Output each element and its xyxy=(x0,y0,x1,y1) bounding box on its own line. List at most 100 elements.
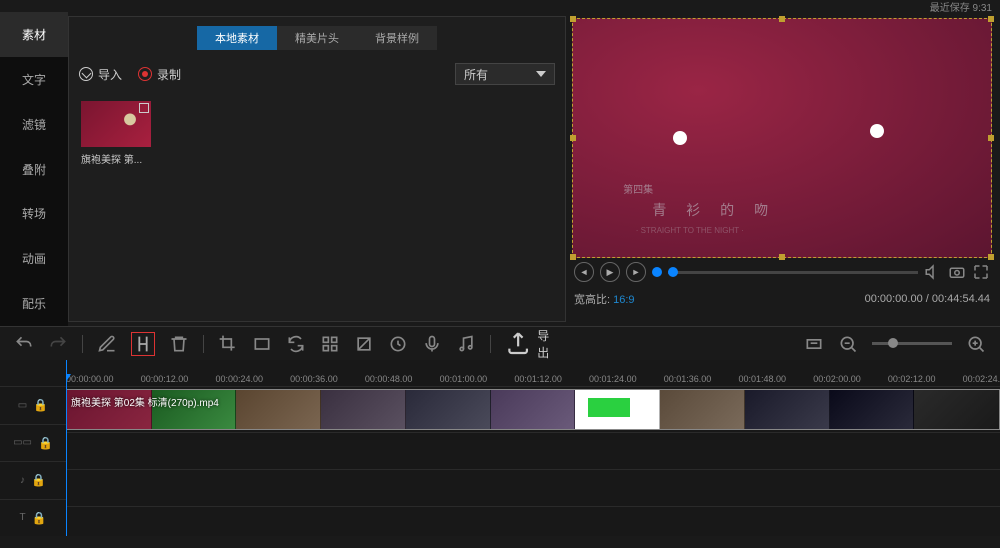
lock-icon: 🔒 xyxy=(32,511,47,525)
track-head-audio[interactable]: ♪🔒 xyxy=(0,461,66,499)
ruler-mark: 00:00:24.00 xyxy=(215,374,263,384)
subtab-local[interactable]: 本地素材 xyxy=(197,26,277,50)
subtab-bg[interactable]: 背景样例 xyxy=(357,26,437,50)
ruler-mark: 00:01:48.00 xyxy=(738,374,786,384)
import-label: 导入 xyxy=(98,66,122,83)
progress-bar[interactable] xyxy=(668,271,918,274)
lock-icon: 🔒 xyxy=(31,473,46,487)
overlay-dot xyxy=(673,131,687,145)
sidetab-animation[interactable]: 动画 xyxy=(0,236,68,281)
text-track-icon: T xyxy=(19,512,25,523)
export-button[interactable]: 导出 xyxy=(505,327,551,361)
track-head-video[interactable]: ▭🔒 xyxy=(0,386,66,424)
edit-button[interactable] xyxy=(97,334,117,354)
handle-mr[interactable] xyxy=(988,135,994,141)
voice-button[interactable] xyxy=(422,334,442,354)
record-icon xyxy=(138,67,152,81)
track-head-text[interactable]: T🔒 xyxy=(0,499,66,537)
overlay-text-1: 第四集 xyxy=(623,181,653,196)
record-button[interactable]: 录制 xyxy=(138,66,181,83)
undo-button[interactable] xyxy=(14,334,34,354)
freeze-button[interactable] xyxy=(354,334,374,354)
sidetab-media[interactable]: 素材 xyxy=(0,12,68,57)
rotate-button[interactable] xyxy=(286,334,306,354)
audio-track-icon: ♪ xyxy=(20,475,25,486)
thumbnail-frame xyxy=(745,390,830,429)
time-total: 00:44:54.44 xyxy=(932,293,990,305)
sidetab-transition[interactable]: 转场 xyxy=(0,191,68,236)
text-track[interactable] xyxy=(66,506,1000,536)
playhead[interactable] xyxy=(66,360,67,536)
crop-button[interactable] xyxy=(218,334,238,354)
filter-label: 所有 xyxy=(464,66,488,83)
audio-button[interactable] xyxy=(456,334,476,354)
ratio-button[interactable] xyxy=(252,334,272,354)
clip-label: 旗袍美探 第... xyxy=(81,151,151,166)
media-clip[interactable]: 旗袍美探 第... xyxy=(81,101,151,166)
side-tabs: 素材 文字 滤镜 叠附 转场 动画 配乐 xyxy=(0,12,68,326)
zoom-in-button[interactable] xyxy=(966,334,986,354)
delete-button[interactable] xyxy=(169,334,189,354)
speed-button[interactable] xyxy=(388,334,408,354)
video-clip[interactable]: 旗袍美探 第02集 标清(270p).mp4 xyxy=(66,389,1000,430)
ruler-mark: 00:01:12.00 xyxy=(514,374,562,384)
subtab-intro[interactable]: 精美片头 xyxy=(277,26,357,50)
time-current: 00:00:00.00 xyxy=(865,293,923,305)
export-label: 导出 xyxy=(537,327,551,361)
track-head-pip[interactable]: ▭▭🔒 xyxy=(0,424,66,462)
mosaic-button[interactable] xyxy=(320,334,340,354)
time-ruler[interactable]: 00:00:00.0000:00:12.0000:00:24.0000:00:3… xyxy=(66,360,1000,386)
next-frame-button[interactable]: ► xyxy=(626,262,646,282)
thumbnail-frame xyxy=(914,390,999,429)
thumbnail-frame xyxy=(321,390,406,429)
sidetab-text[interactable]: 文字 xyxy=(0,57,68,102)
zoom-slider[interactable] xyxy=(872,342,952,345)
handle-tr[interactable] xyxy=(988,16,994,22)
ruler-mark: 00:00:12.00 xyxy=(141,374,189,384)
marker-icon xyxy=(652,267,662,277)
separator xyxy=(82,335,83,353)
play-button[interactable]: ▶ xyxy=(600,262,620,282)
preview-panel: 第四集 青 衫 的 吻 · STRAIGHT TO THE NIGHT · ◄ … xyxy=(572,12,1000,326)
preview-viewport[interactable]: 第四集 青 衫 的 吻 · STRAIGHT TO THE NIGHT · xyxy=(572,18,992,258)
overlay-dot xyxy=(870,124,884,138)
split-button[interactable] xyxy=(131,332,155,356)
audio-track[interactable] xyxy=(66,469,1000,506)
overlay-text-2: 青 衫 的 吻 xyxy=(652,200,776,220)
sidetab-overlay[interactable]: 叠附 xyxy=(0,147,68,192)
play-controls: ◄ ▶ ► xyxy=(572,258,992,286)
ruler-mark: 00:00:36.00 xyxy=(290,374,338,384)
sidetab-filter[interactable]: 滤镜 xyxy=(0,102,68,147)
separator xyxy=(490,335,491,353)
prev-frame-button[interactable]: ◄ xyxy=(574,262,594,282)
zoom-out-button[interactable] xyxy=(838,334,858,354)
tracks-area[interactable]: 00:00:00.0000:00:12.0000:00:24.0000:00:3… xyxy=(66,360,1000,536)
export-icon xyxy=(505,330,531,356)
pip-track[interactable] xyxy=(66,432,1000,469)
ruler-mark: 00:01:00.00 xyxy=(440,374,488,384)
handle-tm[interactable] xyxy=(779,16,785,22)
pip-track-icon: ▭▭ xyxy=(13,437,32,448)
fullscreen-button[interactable] xyxy=(972,263,990,281)
volume-button[interactable] xyxy=(924,263,942,281)
ratio-label: 宽高比: xyxy=(574,294,610,306)
import-button[interactable]: 导入 xyxy=(79,66,122,83)
redo-button[interactable] xyxy=(48,334,68,354)
thumbnail-frame xyxy=(406,390,491,429)
snapshot-button[interactable] xyxy=(948,263,966,281)
filter-select[interactable]: 所有 xyxy=(455,63,555,85)
handle-tl[interactable] xyxy=(570,16,576,22)
ratio-value[interactable]: 16:9 xyxy=(613,294,634,306)
video-track-icon: ▭ xyxy=(18,400,27,411)
fit-button[interactable] xyxy=(804,334,824,354)
handle-ml[interactable] xyxy=(570,135,576,141)
thumbnail-frame xyxy=(830,390,915,429)
handle-bm[interactable] xyxy=(779,254,785,260)
handle-bl[interactable] xyxy=(570,254,576,260)
thumbnail-frame xyxy=(67,390,152,429)
video-track[interactable]: 旗袍美探 第02集 标清(270p).mp4 xyxy=(66,386,1000,432)
lock-icon: 🔒 xyxy=(33,398,48,412)
clip-thumbnail xyxy=(81,101,151,147)
sidetab-music[interactable]: 配乐 xyxy=(0,281,68,326)
handle-br[interactable] xyxy=(988,254,994,260)
